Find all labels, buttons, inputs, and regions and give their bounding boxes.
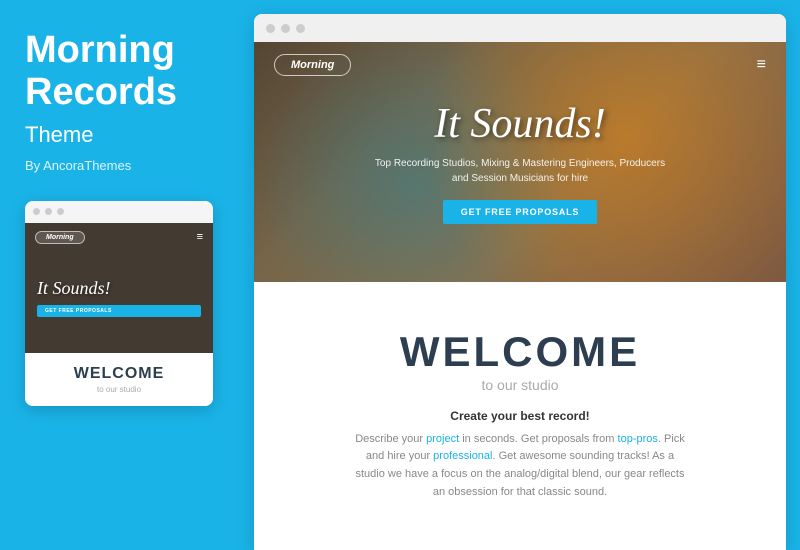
hero-section: Morning ≡ It Sounds! Top Recording Studi… [254, 42, 786, 282]
small-logo: Morning [35, 231, 85, 244]
small-browser-bar [25, 201, 213, 223]
small-dot-3 [57, 208, 64, 215]
welcome-body: Describe your project in seconds. Get pr… [350, 431, 690, 501]
welcome-title: WELCOME [400, 331, 640, 373]
welcome-tagline: Create your best record! [450, 409, 589, 423]
small-hamburger-icon: ≡ [197, 231, 203, 243]
professional-link[interactable]: professional [433, 450, 492, 462]
product-subtitle: Theme [25, 122, 93, 148]
small-welcome: WELCOME to our studio [25, 353, 213, 406]
small-welcome-sub: to our studio [37, 385, 201, 394]
right-panel: Morning ≡ It Sounds! Top Recording Studi… [254, 14, 786, 550]
body-text-2: in seconds. Get proposals from [459, 433, 617, 445]
small-hero: Morning ≡ It Sounds! GET FREE PROPOSALS [25, 223, 213, 353]
hero-hamburger-icon[interactable]: ≡ [757, 56, 766, 74]
hero-logo: Morning [274, 54, 351, 76]
browser-dot-2 [281, 24, 290, 33]
hero-cta-button[interactable]: GET FREE PROPOSALS [443, 200, 597, 224]
browser-dot-1 [266, 24, 275, 33]
top-pros-link[interactable]: top-pros [618, 433, 658, 445]
small-hero-title: It Sounds! [37, 278, 201, 299]
left-panel: Morning Records Theme By AncoraThemes Mo… [0, 0, 240, 550]
body-text-1: Describe your [355, 433, 426, 445]
welcome-section: WELCOME to our studio Create your best r… [254, 282, 786, 550]
small-mockup: Morning ≡ It Sounds! GET FREE PROPOSALS … [25, 201, 213, 406]
project-link[interactable]: project [426, 433, 459, 445]
browser-dot-3 [296, 24, 305, 33]
browser-bar [254, 14, 786, 42]
small-nav: Morning ≡ [25, 231, 213, 244]
product-title: Morning Records [25, 30, 177, 114]
hero-body: It Sounds! Top Recording Studios, Mixing… [370, 100, 670, 224]
welcome-subtitle: to our studio [481, 377, 558, 393]
small-dot-1 [33, 208, 40, 215]
small-cta-button: GET FREE PROPOSALS [37, 305, 201, 317]
hero-title: It Sounds! [370, 100, 670, 148]
small-welcome-title: WELCOME [37, 365, 201, 383]
hero-description: Top Recording Studios, Mixing & Masterin… [370, 156, 670, 186]
hero-nav: Morning ≡ [254, 42, 786, 88]
small-dot-2 [45, 208, 52, 215]
product-author: By AncoraThemes [25, 158, 131, 173]
browser-content: Morning ≡ It Sounds! Top Recording Studi… [254, 42, 786, 550]
